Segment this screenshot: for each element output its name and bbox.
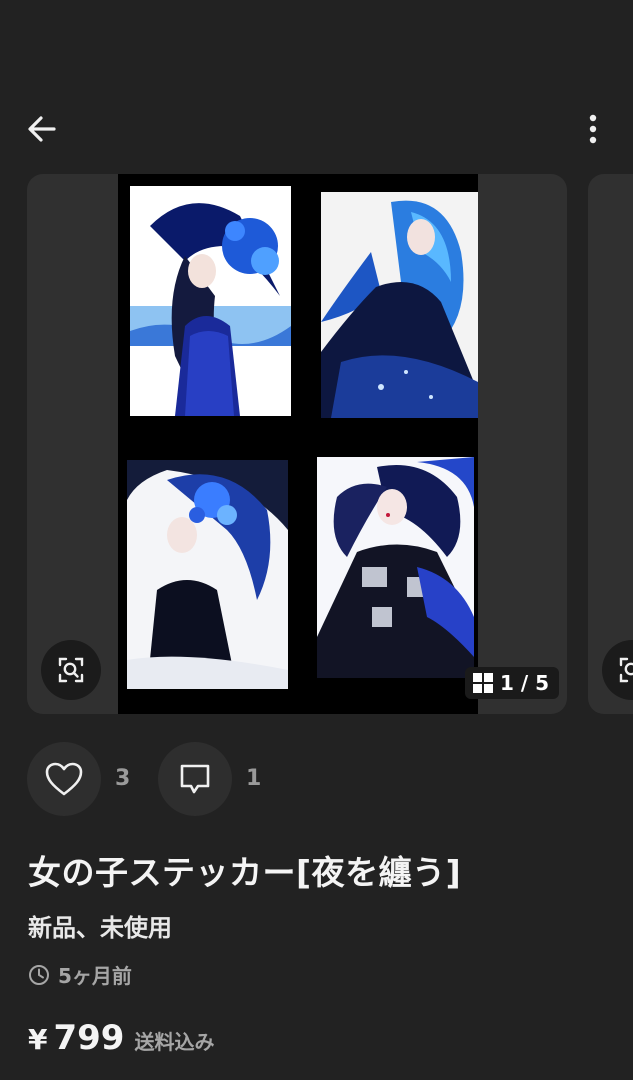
heart-icon: [45, 762, 83, 796]
image-gallery[interactable]: 1 / 5: [0, 174, 633, 714]
action-bar: 3 1: [27, 742, 427, 816]
posted-time-text: 5ヶ月前: [58, 964, 132, 988]
zoom-image-button[interactable]: [41, 640, 101, 700]
comment-icon: [180, 764, 210, 794]
more-vertical-icon: [589, 114, 597, 144]
top-bar: [0, 90, 633, 160]
shipping-label: 送料込み: [134, 1030, 215, 1054]
product-photo[interactable]: [118, 174, 478, 714]
back-button[interactable]: [22, 112, 62, 146]
clock-icon: [29, 964, 49, 985]
sticker-image-1: [130, 186, 291, 416]
search-image-icon: [619, 657, 633, 683]
price-amount: 799: [53, 1018, 125, 1058]
sticker-image-4: [317, 457, 474, 678]
item-condition: 新品、未使用: [28, 914, 172, 942]
sticker-image-3: [127, 460, 288, 689]
grid-icon: [473, 673, 493, 693]
item-title: 女の子ステッカー[夜を纏う]: [28, 853, 462, 892]
like-button[interactable]: [27, 742, 101, 816]
image-counter-text: 1 / 5: [500, 671, 550, 695]
comment-button[interactable]: [158, 742, 232, 816]
zoom-image-button-next[interactable]: [602, 640, 633, 700]
search-image-icon: [58, 657, 84, 683]
gallery-card[interactable]: 1 / 5: [27, 174, 567, 714]
comment-count: 1: [246, 766, 262, 791]
image-counter: 1 / 5: [465, 667, 560, 699]
like-count: 3: [115, 766, 131, 791]
posted-time: 5ヶ月前: [28, 960, 132, 989]
sticker-image-2: [321, 192, 478, 418]
more-options-button[interactable]: [574, 110, 612, 148]
price: ¥ 799 送料込み: [28, 1018, 214, 1058]
price-currency: ¥: [28, 1023, 48, 1056]
next-gallery-card[interactable]: [588, 174, 633, 714]
arrow-left-icon: [28, 116, 56, 142]
